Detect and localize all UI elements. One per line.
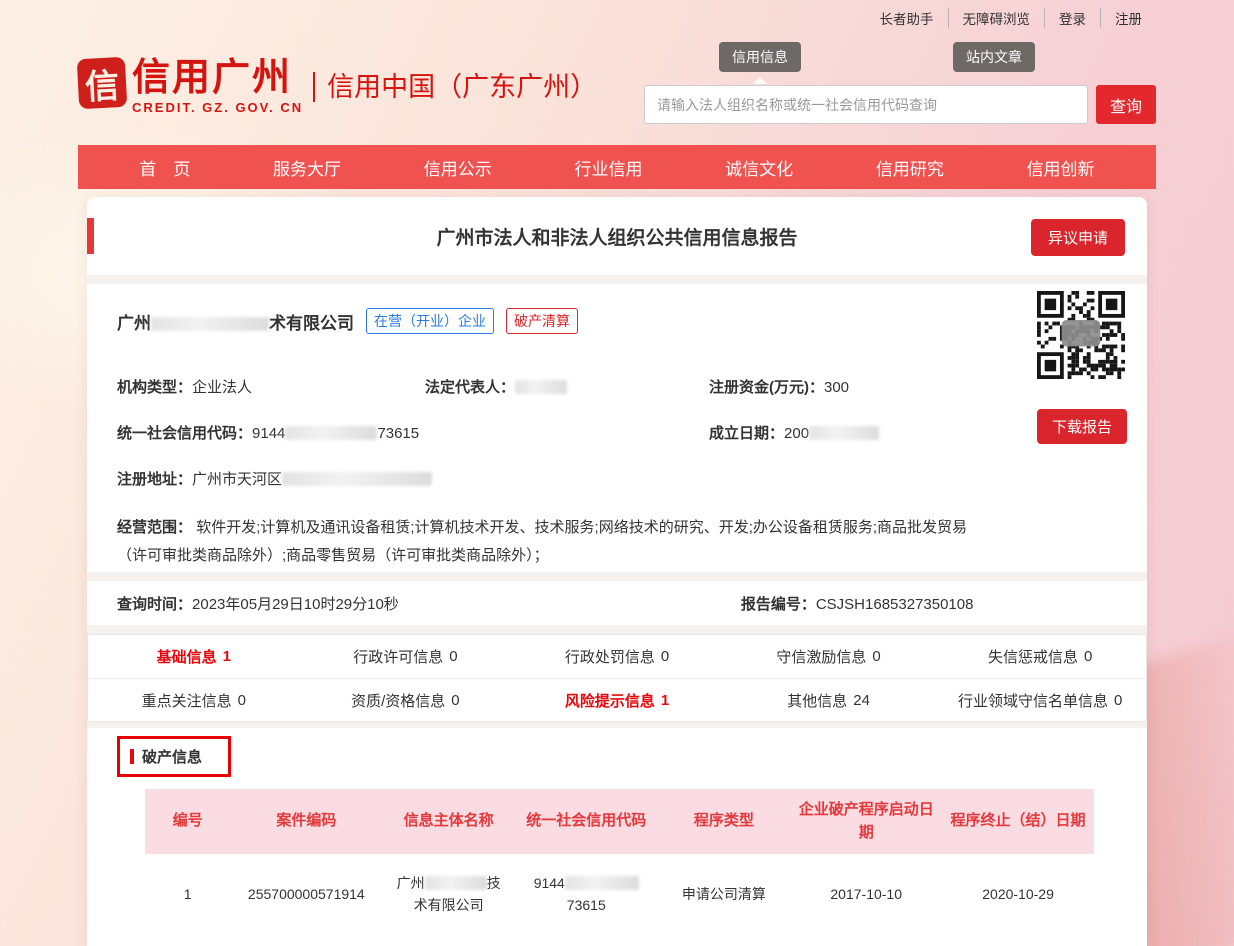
redacted-text	[425, 876, 487, 890]
cell-subject-name: 广州技术有限公司	[382, 854, 515, 935]
company-info-card: 广州术有限公司 在营（开业）企业 破产清算 机构类型：企业法人 法定代表人： 注…	[87, 284, 1147, 572]
search-area: 信用信息 站内文章 查询	[644, 42, 1156, 124]
status-badge-bankruptcy: 破产清算	[506, 308, 578, 334]
register-link[interactable]: 注册	[1100, 8, 1156, 28]
nav-credit-research[interactable]: 信用研究	[866, 155, 954, 180]
login-link[interactable]: 登录	[1044, 8, 1100, 28]
redacted-text	[809, 426, 879, 440]
cell-case-code: 255700000571914	[230, 854, 382, 935]
tab-qualification[interactable]: 资质/资格信息0	[300, 679, 512, 721]
table-row: 1 255700000571914 广州技术有限公司 9144 73615 申请…	[145, 854, 1094, 935]
tab-admin-license[interactable]: 行政许可信息0	[300, 635, 512, 678]
nav-industry-credit[interactable]: 行业信用	[564, 155, 652, 180]
report-panel: 广州市法人和非法人组织公共信用信息报告 异议申请 广州术有限公司 在营（开业）企…	[87, 197, 1147, 946]
cell-procedure-type: 申请公司清算	[657, 854, 790, 935]
tab-admin-penalty[interactable]: 行政处罚信息0	[511, 635, 723, 678]
bankruptcy-section-header: 破产信息	[117, 736, 231, 777]
elder-mode-link[interactable]: 长者助手	[866, 8, 948, 28]
dispute-apply-button[interactable]: 异议申请	[1031, 219, 1125, 256]
site-header: 信 信用广州 CREDIT. GZ. GOV. CN 信用中国（广东广州） 信用…	[78, 30, 1156, 145]
accessibility-link[interactable]: 无障碍浏览	[948, 8, 1045, 28]
title-accent-bar	[87, 218, 94, 254]
cell-no: 1	[145, 854, 230, 935]
tab-trust-incentive[interactable]: 守信激励信息0	[723, 635, 935, 678]
field-org-type: 机构类型：企业法人	[117, 376, 425, 397]
tab-basic-info[interactable]: 基础信息1	[88, 635, 300, 678]
main-nav: 首 页 服务大厅 信用公示 行业信用 诚信文化 信用研究 信用创新	[78, 145, 1156, 189]
utility-bar: 长者助手 无障碍浏览 登录 注册	[78, 0, 1156, 30]
tab-key-attention[interactable]: 重点关注信息0	[88, 679, 300, 721]
col-end-date: 程序终止（结）日期	[942, 789, 1094, 854]
col-case-code: 案件编码	[230, 789, 382, 854]
nav-credit-innovation[interactable]: 信用创新	[1017, 155, 1105, 180]
redacted-text	[285, 426, 377, 440]
site-name: 信用广州	[132, 58, 303, 98]
redacted-text	[515, 380, 567, 394]
page-title: 广州市法人和非法人组织公共信用信息报告	[436, 223, 797, 250]
download-report-button[interactable]: 下载报告	[1037, 409, 1127, 444]
col-start-date: 企业破产程序启动日期	[790, 789, 942, 854]
search-tab-site-articles[interactable]: 站内文章	[953, 42, 1035, 72]
seal-logo-icon: 信	[77, 57, 128, 109]
info-category-tabs: 基础信息1 行政许可信息0 行政处罚信息0 守信激励信息0 失信惩戒信息0 重点…	[87, 634, 1147, 722]
redacted-text	[565, 876, 639, 890]
col-no: 编号	[145, 789, 230, 854]
search-input[interactable]	[644, 85, 1088, 124]
site-subtitle: 信用中国（广东广州）	[313, 72, 597, 102]
cell-credit-code: 9144 73615	[515, 854, 657, 935]
status-badge-operating: 在营（开业）企业	[366, 308, 494, 334]
report-meta-bar: 查询时间：2023年05月29日10时29分10秒 报告编号：CSJSH1685…	[87, 581, 1147, 625]
field-address: 注册地址：广州市天河区	[117, 468, 997, 489]
field-establish-date: 成立日期：200	[709, 422, 997, 443]
col-subject-name: 信息主体名称	[382, 789, 515, 854]
qr-code	[1037, 291, 1125, 379]
nav-home[interactable]: 首 页	[129, 155, 200, 180]
tab-dishonesty-punishment[interactable]: 失信惩戒信息0	[934, 635, 1146, 678]
bankruptcy-table: 编号 案件编码 信息主体名称 统一社会信用代码 程序类型 企业破产程序启动日期 …	[145, 789, 1094, 935]
tab-industry-trust-list[interactable]: 行业领域守信名单信息0	[934, 679, 1146, 721]
site-domain: CREDIT. GZ. GOV. CN	[132, 100, 303, 115]
search-button[interactable]: 查询	[1096, 85, 1156, 124]
field-credit-code: 统一社会信用代码：914473615	[117, 422, 709, 443]
report-number: 报告编号：CSJSH1685327350108	[741, 593, 974, 614]
cell-start-date: 2017-10-10	[790, 854, 942, 935]
bankruptcy-section-title: 破产信息	[142, 746, 202, 767]
query-time: 查询时间：2023年05月29日10时29分10秒	[117, 593, 399, 614]
report-title-bar: 广州市法人和非法人组织公共信用信息报告 异议申请	[87, 197, 1147, 275]
section-tick-icon	[130, 749, 134, 764]
tab-risk-alert[interactable]: 风险提示信息1	[511, 679, 723, 721]
nav-service-hall[interactable]: 服务大厅	[263, 155, 351, 180]
col-procedure-type: 程序类型	[657, 789, 790, 854]
table-header-row: 编号 案件编码 信息主体名称 统一社会信用代码 程序类型 企业破产程序启动日期 …	[145, 789, 1094, 854]
field-legal-rep: 法定代表人：	[425, 376, 709, 397]
site-logo: 信 信用广州 CREDIT. GZ. GOV. CN 信用中国（广东广州）	[78, 58, 597, 115]
bankruptcy-section: 破产信息 编号 案件编码 信息主体名称 统一社会信用代码 程序类型 企业破产程序…	[87, 728, 1147, 946]
nav-integrity-culture[interactable]: 诚信文化	[715, 155, 803, 180]
redacted-text	[151, 317, 269, 331]
field-business-scope: 经营范围： 软件开发;计算机及通讯设备租赁;计算机技术开发、技术服务;网络技术的…	[117, 514, 997, 570]
company-name: 广州术有限公司	[117, 309, 354, 334]
cell-end-date: 2020-10-29	[942, 854, 1094, 935]
tab-other-info[interactable]: 其他信息24	[723, 679, 935, 721]
col-credit-code: 统一社会信用代码	[515, 789, 657, 854]
nav-credit-publicity[interactable]: 信用公示	[414, 155, 502, 180]
field-reg-capital: 注册资金(万元)：300	[709, 376, 997, 397]
redacted-text	[282, 472, 432, 486]
search-tab-credit-info[interactable]: 信用信息	[719, 42, 801, 72]
